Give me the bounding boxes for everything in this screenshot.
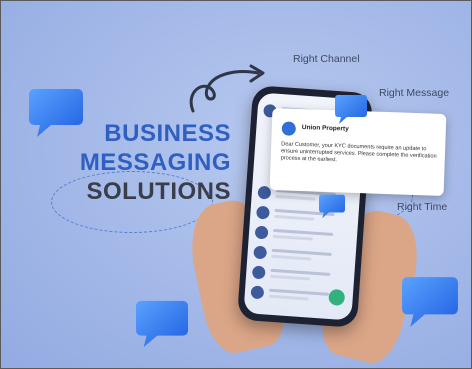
chat-row bbox=[254, 225, 352, 248]
chat-bubble-icon bbox=[29, 89, 83, 137]
chat-bubble-icon bbox=[319, 194, 345, 219]
chat-bubble-icon bbox=[135, 300, 189, 348]
label-right-time: Right Time bbox=[397, 201, 448, 213]
headline: BUSINESS MESSAGING SOLUTIONS bbox=[73, 119, 231, 206]
headline-line-1: BUSINESS bbox=[104, 120, 231, 147]
chat-bubble-icon bbox=[335, 95, 367, 124]
chat-bubble-icon bbox=[402, 277, 458, 327]
chat-row bbox=[251, 265, 349, 288]
headline-line-2: MESSAGING bbox=[79, 149, 231, 176]
headline-line-3: SOLUTIONS bbox=[86, 178, 231, 205]
sender-avatar bbox=[281, 121, 297, 136]
chat-row bbox=[253, 245, 350, 268]
label-right-message: Right Message bbox=[379, 87, 450, 99]
label-right-channel: Right Channel bbox=[293, 53, 360, 65]
banner: BUSINESS MESSAGING SOLUTIONS Right Chann… bbox=[0, 0, 472, 369]
message-body: Dear Customer, your KYC documents requir… bbox=[280, 141, 437, 164]
message-sender: Union Property bbox=[301, 124, 349, 133]
